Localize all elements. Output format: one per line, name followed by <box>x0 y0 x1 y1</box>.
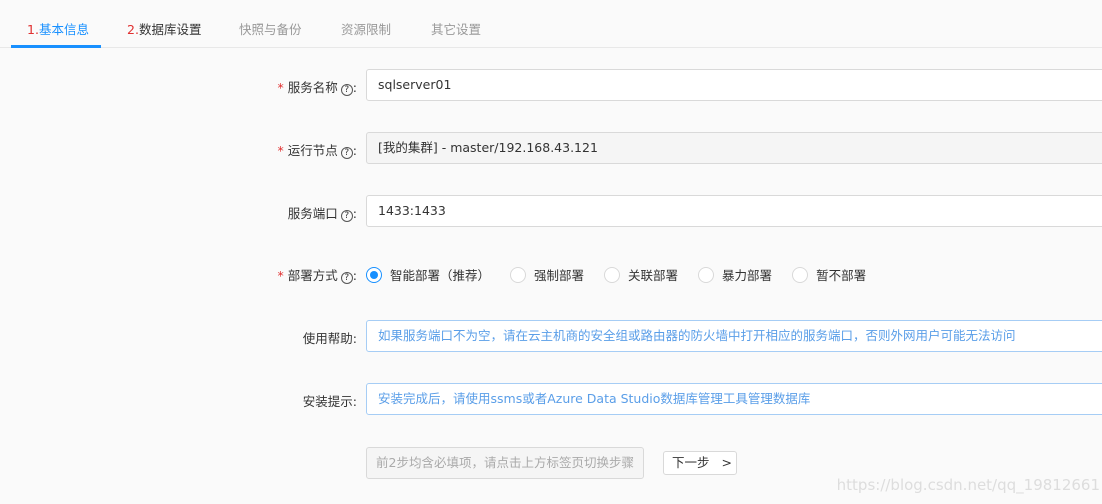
radio-checked-icon <box>366 266 382 283</box>
help-text: 如果服务端口不为空，请在云主机商的安全组或路由器的防火墙中打开相应的服务端口，否… <box>366 320 1102 352</box>
port-label: 服务端口 <box>287 206 338 221</box>
install-label: 安装提示: <box>302 394 357 409</box>
help-icon[interactable]: ? <box>340 272 353 284</box>
radio-brute-deploy[interactable]: 暴力部署 <box>698 265 772 284</box>
radio-icon <box>698 266 715 283</box>
port-input[interactable]: 1433:1433 <box>366 195 1102 227</box>
radio-linked-deploy[interactable]: 关联部署 <box>604 265 678 284</box>
help-icon[interactable]: ? <box>340 147 353 159</box>
node-select[interactable]: [我的集群] - master/192.168.43.121 <box>366 132 1102 164</box>
deploy-label: 部署方式 <box>287 268 338 283</box>
port-row: 服务端口?: 1433:1433 <box>0 195 1102 227</box>
radio-icon <box>604 266 621 283</box>
install-text: 安装完成后，请使用ssms或者Azure Data Studio数据库管理工具管… <box>366 383 1102 415</box>
watermark: https://blog.csdn.net/qq_19812661 <box>836 476 1100 494</box>
help-row: 使用帮助: 如果服务端口不为空，请在云主机商的安全组或路由器的防火墙中打开相应的… <box>0 320 1102 352</box>
chevron-right-icon: > <box>721 455 732 470</box>
step-tabs: 1.基本信息 2.数据库设置 快照与备份 资源限制 其它设置 <box>0 0 1102 48</box>
radio-smart-deploy[interactable]: 智能部署（推荐） <box>366 265 490 284</box>
service-name-label: 服务名称 <box>287 80 338 95</box>
tab-snapshot-backup[interactable]: 快照与备份 <box>239 19 302 38</box>
install-row: 安装提示: 安装完成后，请使用ssms或者Azure Data Studio数据… <box>0 383 1102 415</box>
deploy-row: * 部署方式?: 智能部署（推荐） 强制部署 关联部署 暴力部署 暂不部署 <box>0 257 1102 289</box>
help-label: 使用帮助: <box>302 331 357 346</box>
tab-database-settings[interactable]: 2.数据库设置 <box>127 19 201 38</box>
tab-other-settings[interactable]: 其它设置 <box>431 19 481 38</box>
help-icon[interactable]: ? <box>340 210 353 222</box>
tab-basic-info[interactable]: 1.基本信息 <box>27 19 89 38</box>
service-name-input[interactable]: sqlserver01 <box>366 69 1102 101</box>
required-hint-button[interactable]: 前2步均含必填项，请点击上方标签页切换步骤 <box>366 447 644 479</box>
node-label: 运行节点 <box>287 143 338 158</box>
radio-force-deploy[interactable]: 强制部署 <box>510 265 584 284</box>
radio-icon <box>510 266 527 283</box>
next-step-button[interactable]: 下一步 > <box>663 451 737 475</box>
active-tab-indicator <box>11 45 101 48</box>
service-name-row: * 服务名称?: sqlserver01 <box>0 69 1102 101</box>
radio-no-deploy[interactable]: 暂不部署 <box>792 265 866 284</box>
help-icon[interactable]: ? <box>340 84 353 96</box>
deploy-radio-group: 智能部署（推荐） 强制部署 关联部署 暴力部署 暂不部署 <box>366 265 886 284</box>
radio-icon <box>792 266 809 283</box>
tab-resource-limits[interactable]: 资源限制 <box>341 19 391 38</box>
node-row: * 运行节点?: [我的集群] - master/192.168.43.121 <box>0 132 1102 164</box>
